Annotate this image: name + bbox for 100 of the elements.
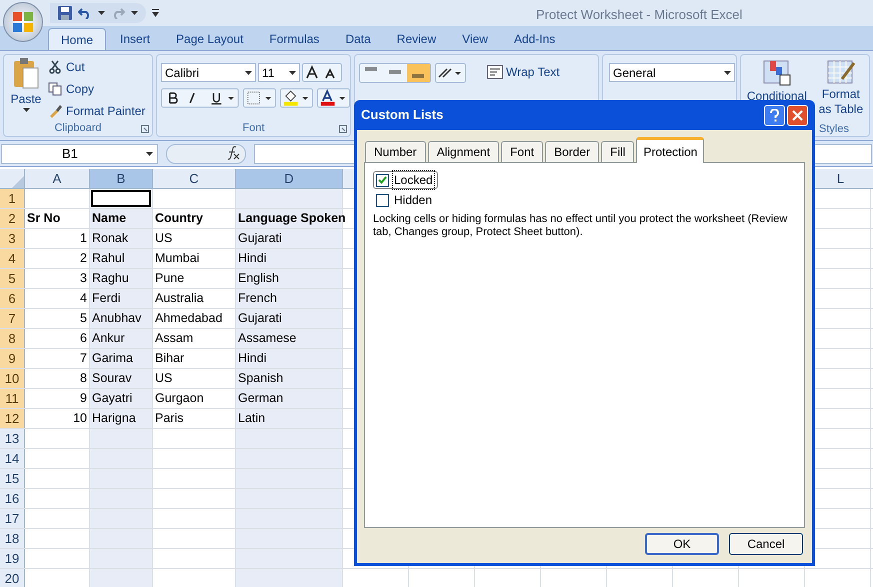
row-header[interactable]: 4 [0, 249, 25, 268]
name-box[interactable]: B1 [1, 144, 158, 164]
table-cell: German [236, 389, 343, 408]
group-label: Clipboard [54, 121, 102, 136]
insert-function-icon[interactable] [166, 144, 246, 164]
caret-icon [98, 11, 105, 15]
table-cell: English [236, 269, 343, 288]
table-cell: Harigna [90, 409, 153, 428]
row-header[interactable]: 15 [0, 469, 25, 488]
number-format-field[interactable]: General [609, 63, 735, 82]
office-logo-icon [12, 11, 34, 33]
wrap-text-button[interactable]: Wrap Text [487, 63, 560, 81]
row-header[interactable]: 20 [0, 569, 25, 587]
customize-toolbar-icon[interactable] [152, 9, 159, 17]
row-header[interactable]: 3 [0, 229, 25, 248]
checkbox-option[interactable]: Locked [373, 171, 438, 189]
table-cell: Name [90, 209, 153, 228]
borders-icon[interactable] [242, 88, 276, 108]
ribbon-tab[interactable]: Review [384, 28, 448, 50]
table-cell: Hindi [236, 349, 343, 368]
column-header[interactable]: D [236, 169, 343, 188]
window-title: Protect Worksheet - Microsoft Excel [536, 6, 742, 24]
table-cell: Anubhav [90, 309, 153, 328]
dialog-launcher-icon[interactable] [141, 124, 149, 132]
row-header[interactable]: 7 [0, 309, 25, 328]
row-header[interactable]: 19 [0, 549, 25, 568]
table-cell: Raghu [90, 269, 153, 288]
formatting-buttons-drawing[interactable] [161, 88, 239, 108]
table-cell: Ronak [90, 229, 153, 248]
font-name-field[interactable]: Calibri [161, 63, 256, 82]
caret-icon [131, 11, 138, 15]
copy-icon [48, 82, 62, 96]
row-header[interactable]: 18 [0, 529, 25, 548]
row-header[interactable]: 1 [0, 189, 25, 208]
help-button[interactable] [764, 104, 785, 126]
row-header[interactable]: 10 [0, 369, 25, 388]
wrap-text-icon [487, 65, 503, 79]
copy-button[interactable]: Copy [48, 80, 146, 98]
group-label: Styles [819, 122, 849, 136]
row-header[interactable]: 17 [0, 509, 25, 528]
row-header[interactable]: 9 [0, 349, 25, 368]
checkbox[interactable] [376, 174, 389, 186]
caret-icon [22, 108, 30, 112]
row-header[interactable]: 2 [0, 209, 25, 228]
format-as-table-button[interactable]: Format as Table [818, 59, 864, 121]
table-grid-icon [762, 59, 792, 87]
dialog-tab[interactable]: Border [545, 141, 600, 162]
row-header[interactable]: 5 [0, 269, 25, 288]
table-cell: Spanish [236, 369, 343, 388]
dialog-tab[interactable]: Fill [601, 141, 634, 162]
table-cell: Gujarati [236, 309, 343, 328]
cut-button[interactable]: Cut [48, 58, 146, 76]
ribbon-tab[interactable]: Insert [108, 28, 162, 50]
note-text: Locking cells or hiding formulas has no effect until you protect the worksheet (Review tab, Changes group, Protect Sheet button). [373, 213, 788, 239]
caret-icon [245, 70, 252, 74]
question-mark-icon [770, 108, 779, 122]
fill-color-icon[interactable] [280, 88, 313, 108]
column-header[interactable]: B [90, 169, 153, 188]
ribbon-tab[interactable]: Add-Ins [502, 28, 568, 50]
ribbon-tab[interactable]: Formulas [257, 28, 332, 50]
ribbon-tab[interactable]: Data [333, 28, 383, 50]
font-size-field[interactable]: 11 [258, 63, 300, 82]
row-header[interactable]: 14 [0, 449, 25, 468]
dialog-tab[interactable]: Font [501, 141, 544, 162]
caret-icon [289, 70, 296, 74]
save-icon[interactable] [58, 6, 72, 20]
ribbon-tab[interactable]: Home [48, 28, 106, 50]
row-header[interactable]: 12 [0, 409, 25, 428]
close-button[interactable] [787, 104, 808, 126]
close-icon [792, 110, 803, 120]
checkbox[interactable] [376, 194, 389, 206]
table-cell: Ferdi [90, 289, 153, 308]
ribbon-tab[interactable]: Page Layout [164, 28, 256, 50]
dialog-tab[interactable]: Protection [636, 137, 704, 163]
row-header[interactable]: 8 [0, 329, 25, 348]
row-header[interactable]: 13 [0, 429, 25, 448]
row-header[interactable]: 11 [0, 389, 25, 408]
dialog-launcher-icon[interactable] [339, 124, 347, 132]
group-label: Font [242, 121, 264, 136]
ribbon-tab[interactable]: View [450, 28, 500, 50]
row-header[interactable]: 6 [0, 289, 25, 308]
table-cell: Gujarati [236, 229, 343, 248]
dialog-tab[interactable]: Number [365, 141, 426, 162]
table-cell: Sourav [90, 369, 153, 388]
grow-font-icon[interactable] [302, 63, 342, 82]
dialog-title: Custom Lists [361, 106, 444, 124]
format-painter-button[interactable]: Format Painter [48, 102, 146, 120]
dialog-tab[interactable]: Alignment [428, 141, 500, 162]
table-cell: Latin [236, 409, 343, 428]
paintbrush-icon [48, 104, 62, 118]
dialog-button[interactable]: OK [645, 533, 719, 555]
paste-button[interactable]: Paste [4, 58, 48, 121]
checkmark-icon [378, 176, 387, 184]
font-color-icon[interactable] [316, 88, 350, 108]
table-cell: Rahul [90, 249, 153, 268]
table-cell: Hindi [236, 249, 343, 268]
undo-icon[interactable] [78, 7, 92, 19]
dialog-button[interactable]: Cancel [729, 533, 803, 555]
checkbox-option[interactable]: Hidden [373, 191, 438, 209]
row-header[interactable]: 16 [0, 489, 25, 508]
